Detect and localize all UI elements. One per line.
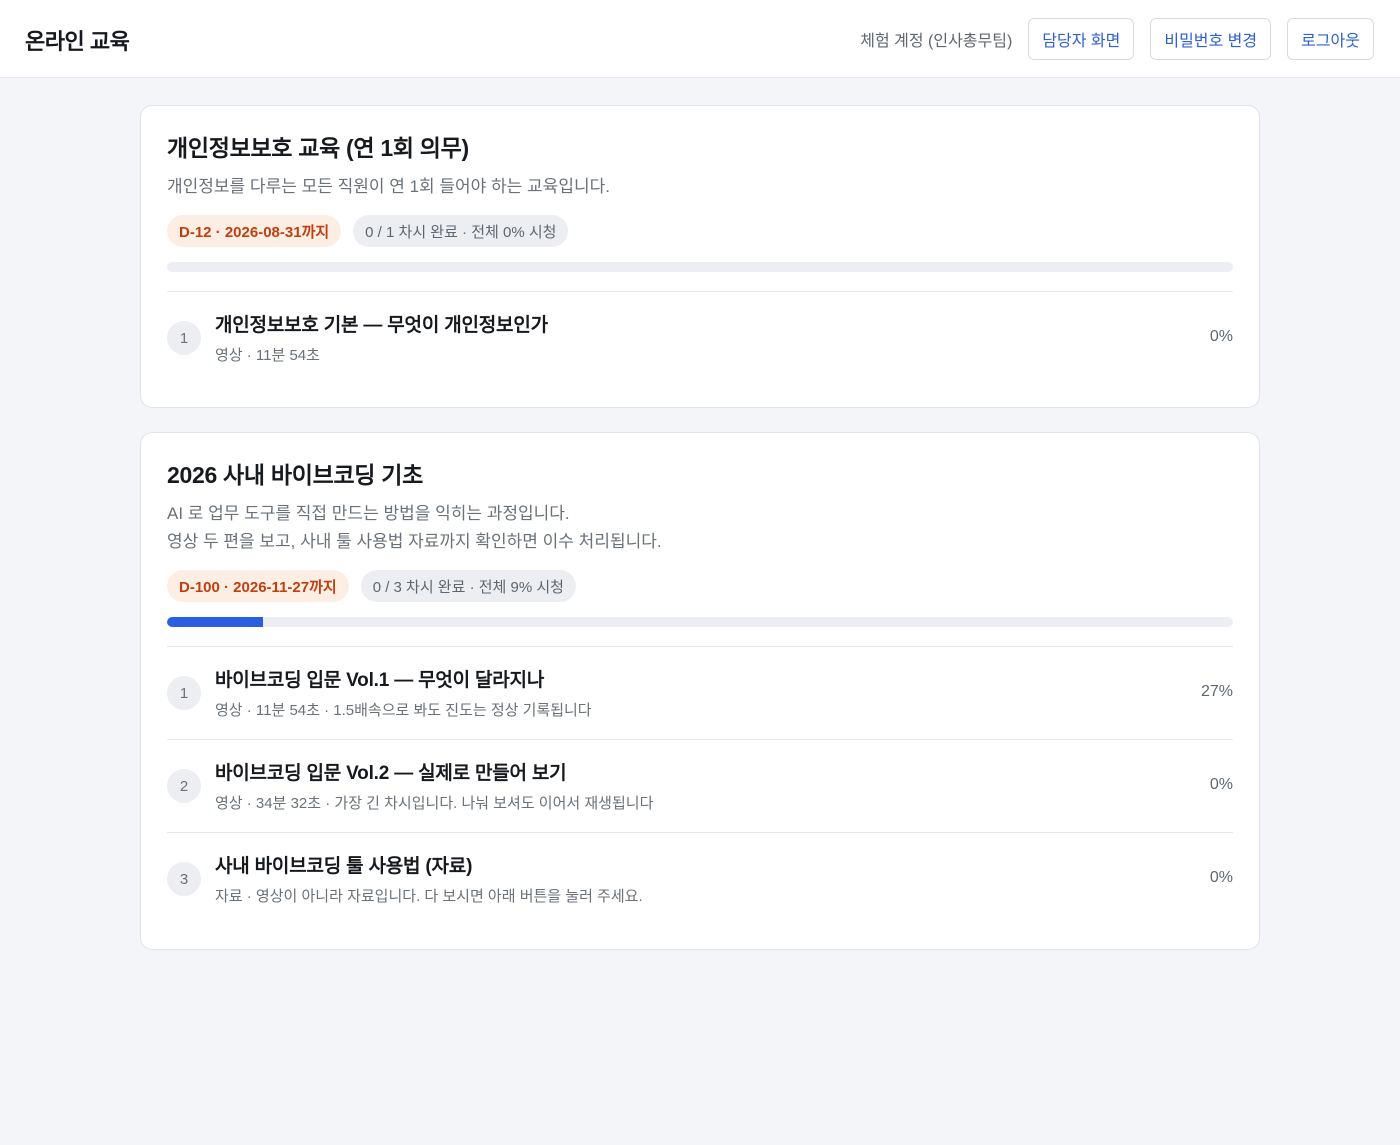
- logout-button[interactable]: 로그아웃: [1287, 18, 1374, 60]
- course-title: 2026 사내 바이브코딩 기초: [167, 462, 423, 488]
- lesson-item[interactable]: 2 바이브코딩 입문 Vol.2 — 실제로 만들어 보기 영상 · 34분 3…: [167, 740, 1233, 833]
- course-badges: D-12 · 2026-08-31까지 0 / 1 차시 완료 · 전체 0% …: [167, 215, 1233, 247]
- course-card-privacy: 개인정보보호 교육 (연 1회 의무) 개인정보를 다루는 모든 직원이 연 1…: [140, 105, 1260, 408]
- progress-badge: 0 / 3 차시 완료 · 전체 9% 시청: [360, 570, 576, 602]
- lesson-progress-percent: 0%: [1209, 776, 1233, 793]
- lesson-number: 2: [167, 769, 201, 803]
- lesson-item[interactable]: 1 개인정보보호 기본 — 무엇이 개인정보인가 영상 · 11분 54초 0%: [167, 292, 1233, 385]
- lesson-meta: 영상 · 11분 54초 · 1.5배속으로 봐도 진도는 정상 기록됩니다: [215, 702, 592, 719]
- change-password-button[interactable]: 비밀번호 변경: [1150, 18, 1272, 60]
- lesson-progress-percent: 0%: [1209, 869, 1233, 886]
- lesson-title: 바이브코딩 입문 Vol.2 — 실제로 만들어 보기: [215, 763, 567, 784]
- lesson-item[interactable]: 3 사내 바이브코딩 툴 사용법 (자료) 자료 · 영상이 아니라 자료입니다…: [167, 833, 1233, 926]
- admin-view-button[interactable]: 담당자 화면: [1028, 18, 1135, 60]
- deadline-badge: D-12 · 2026-08-31까지: [167, 215, 342, 247]
- lesson-progress-percent: 0%: [1209, 328, 1233, 345]
- course-card-vibecoding: 2026 사내 바이브코딩 기초 AI 로 업무 도구를 직접 만드는 방법을 …: [140, 432, 1260, 950]
- lesson-list: 1 개인정보보호 기본 — 무엇이 개인정보인가 영상 · 11분 54초 0%: [167, 291, 1233, 385]
- account-label: 체험 계정 (인사총무팀): [860, 33, 1013, 50]
- lesson-meta: 영상 · 11분 54초: [215, 347, 320, 364]
- course-title: 개인정보보호 교육 (연 1회 의무): [167, 135, 469, 161]
- lesson-progress-percent: 27%: [1200, 683, 1233, 700]
- app-title: 온라인 교육: [25, 29, 130, 54]
- lesson-number: 1: [167, 676, 201, 710]
- course-progress-bar: [167, 617, 1233, 627]
- lesson-meta: 영상 · 34분 32초 · 가장 긴 차시입니다. 나눠 보셔도 이어서 재생…: [215, 795, 654, 812]
- deadline-badge: D-100 · 2026-11-27까지: [167, 570, 349, 602]
- lesson-title: 사내 바이브코딩 툴 사용법 (자료): [215, 856, 473, 877]
- lesson-list: 1 바이브코딩 입문 Vol.1 — 무엇이 달라지나 영상 · 11분 54초…: [167, 646, 1233, 926]
- progress-badge: 0 / 1 차시 완료 · 전체 0% 시청: [353, 215, 569, 247]
- course-badges: D-100 · 2026-11-27까지 0 / 3 차시 완료 · 전체 9%…: [167, 570, 1233, 602]
- header-actions: 체험 계정 (인사총무팀) 담당자 화면 비밀번호 변경 로그아웃: [860, 18, 1374, 60]
- course-description: 개인정보를 다루는 모든 직원이 연 1회 들어야 하는 교육입니다.: [167, 177, 610, 196]
- lesson-number: 1: [167, 321, 201, 355]
- top-header: 온라인 교육 체험 계정 (인사총무팀) 담당자 화면 비밀번호 변경 로그아웃: [0, 0, 1400, 78]
- lesson-meta: 자료 · 영상이 아니라 자료입니다. 다 보시면 아래 버튼을 눌러 주세요.: [215, 888, 643, 905]
- course-progress-bar: [167, 262, 1233, 272]
- lesson-item[interactable]: 1 바이브코딩 입문 Vol.1 — 무엇이 달라지나 영상 · 11분 54초…: [167, 647, 1233, 740]
- lesson-title: 개인정보보호 기본 — 무엇이 개인정보인가: [215, 315, 548, 336]
- lesson-number: 3: [167, 862, 201, 896]
- course-progress-fill: [167, 617, 263, 627]
- course-description: AI 로 업무 도구를 직접 만드는 방법을 익히는 과정입니다. 영상 두 편…: [167, 504, 662, 551]
- lesson-title: 바이브코딩 입문 Vol.1 — 무엇이 달라지나: [215, 670, 545, 691]
